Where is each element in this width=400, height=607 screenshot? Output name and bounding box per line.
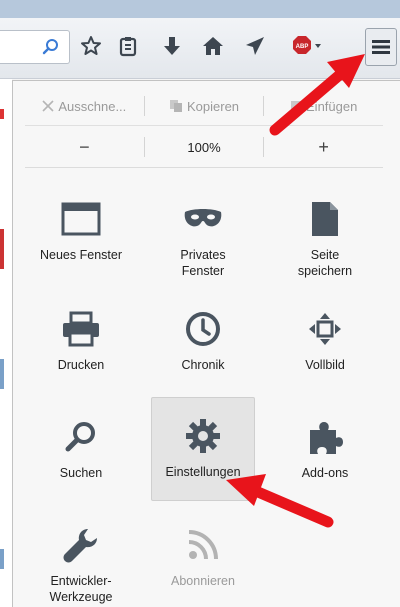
private-window-button[interactable]: Privates Fenster — [155, 181, 251, 281]
cut-button[interactable]: Ausschne... — [25, 87, 144, 125]
copy-button[interactable]: Kopieren — [145, 87, 264, 125]
copy-label: Kopieren — [186, 98, 240, 114]
save-page-button[interactable]: Seite speichern — [277, 181, 373, 281]
adblock-icon[interactable]: ABP — [290, 26, 324, 66]
save-page-label: Seite speichern — [297, 248, 353, 278]
new-window-button[interactable]: Neues Fenster — [33, 181, 129, 281]
adblock-badge-text: ABP — [296, 44, 309, 50]
fullscreen-button[interactable]: Vollbild — [277, 291, 373, 391]
rss-icon — [179, 521, 227, 569]
options-button[interactable]: Einstellungen — [151, 397, 255, 501]
edit-controls: Ausschne... Kopieren Einfügen — [25, 87, 383, 126]
subscribe-label: Abonnieren — [171, 574, 235, 588]
paste-button[interactable]: Einfügen — [264, 87, 383, 125]
mask-icon — [179, 195, 227, 243]
zoom-reset-button[interactable]: 100% — [145, 140, 264, 155]
fullscreen-icon — [301, 305, 349, 353]
send-icon[interactable] — [242, 26, 268, 66]
zoom-in-button[interactable]: + — [264, 127, 383, 167]
zoom-out-button[interactable]: − — [25, 127, 144, 167]
search-bar[interactable] — [0, 30, 70, 64]
scissors-icon — [42, 100, 54, 112]
navigation-toolbar: ABP — [0, 18, 400, 79]
paste-icon — [291, 101, 302, 112]
page-icon — [301, 195, 349, 243]
download-icon[interactable] — [160, 26, 184, 66]
menu-button[interactable] — [365, 28, 397, 66]
paste-label: Einfügen — [306, 98, 358, 114]
printer-icon — [57, 305, 105, 353]
clipboard-icon[interactable] — [116, 26, 140, 66]
star-icon[interactable] — [78, 26, 104, 66]
menu-icon — [372, 40, 390, 54]
options-label: Einstellungen — [165, 465, 241, 479]
developer-tools-label: Entwickler- Werkzeuge — [49, 574, 113, 604]
wrench-icon — [57, 521, 105, 569]
find-button[interactable]: Suchen — [33, 399, 129, 499]
home-icon[interactable] — [200, 26, 226, 66]
private-window-label: Privates Fenster — [180, 248, 226, 278]
window-icon — [57, 195, 105, 243]
find-label: Suchen — [59, 466, 103, 480]
developer-tools-button[interactable]: Entwickler- Werkzeuge — [33, 507, 129, 607]
copy-icon — [169, 100, 182, 112]
web-content-edge — [0, 79, 12, 607]
print-button[interactable]: Drucken — [33, 291, 129, 391]
browser-title-strip — [0, 0, 400, 19]
cut-label: Ausschne... — [58, 98, 127, 114]
new-window-label: Neues Fenster — [40, 248, 122, 262]
zoom-controls: − 100% + — [25, 127, 383, 168]
history-button[interactable]: Chronik — [155, 291, 251, 391]
search-icon — [42, 39, 58, 55]
addons-button[interactable]: Add-ons — [277, 399, 373, 499]
fullscreen-label: Vollbild — [305, 358, 345, 372]
history-label: Chronik — [181, 358, 225, 372]
clock-icon — [179, 305, 227, 353]
puzzle-icon — [301, 413, 349, 461]
print-label: Drucken — [57, 358, 105, 372]
subscribe-button[interactable]: Abonnieren — [155, 507, 251, 607]
firefox-menu-panel: Ausschne... Kopieren Einfügen − 100% + N… — [12, 80, 400, 607]
search-icon — [57, 413, 105, 461]
addons-label: Add-ons — [301, 466, 349, 480]
gear-icon — [179, 412, 227, 460]
